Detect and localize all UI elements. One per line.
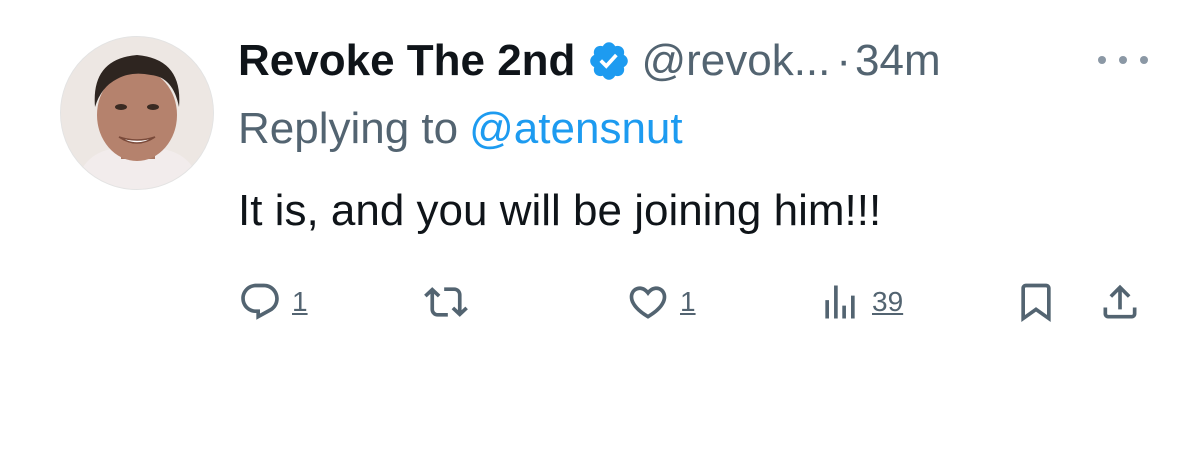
timestamp[interactable]: 34m [855, 36, 941, 86]
views-button[interactable]: 39 [818, 278, 903, 326]
more-horizontal-icon[interactable] [1098, 48, 1148, 72]
tweet-header: Revoke The 2nd @revok... · 34m [238, 30, 941, 92]
avatar-image [61, 37, 213, 189]
separator-dot: · [836, 36, 852, 85]
replying-prefix: Replying to [238, 104, 459, 153]
author-name[interactable]: Revoke The 2nd [238, 36, 575, 86]
views-count[interactable]: 39 [872, 286, 903, 318]
tweet-text: It is, and you will be joining him!!! [238, 186, 882, 235]
retweet-button[interactable] [424, 278, 468, 326]
verified-badge-icon[interactable] [587, 39, 631, 83]
reply-button[interactable]: 1 [238, 278, 308, 326]
replying-to-mention[interactable]: @atensnut [469, 104, 682, 153]
like-count[interactable]: 1 [680, 286, 696, 318]
views-chart-icon [825, 285, 855, 319]
heart-icon [629, 286, 667, 319]
bookmark-icon [1021, 283, 1051, 323]
retweet-icon [424, 287, 468, 317]
share-icon [1103, 284, 1137, 319]
share-button[interactable] [1098, 278, 1142, 326]
reply-icon [241, 283, 279, 320]
reply-count[interactable]: 1 [292, 286, 308, 318]
more-dot [1140, 56, 1148, 64]
replying-to-line: Replying to @atensnut [238, 104, 683, 154]
avatar[interactable] [60, 36, 214, 190]
more-dot [1119, 56, 1127, 64]
author-handle[interactable]: @revok... [641, 36, 830, 86]
like-button[interactable]: 1 [626, 278, 696, 326]
bookmark-button[interactable] [1014, 278, 1058, 326]
more-dot [1098, 56, 1106, 64]
